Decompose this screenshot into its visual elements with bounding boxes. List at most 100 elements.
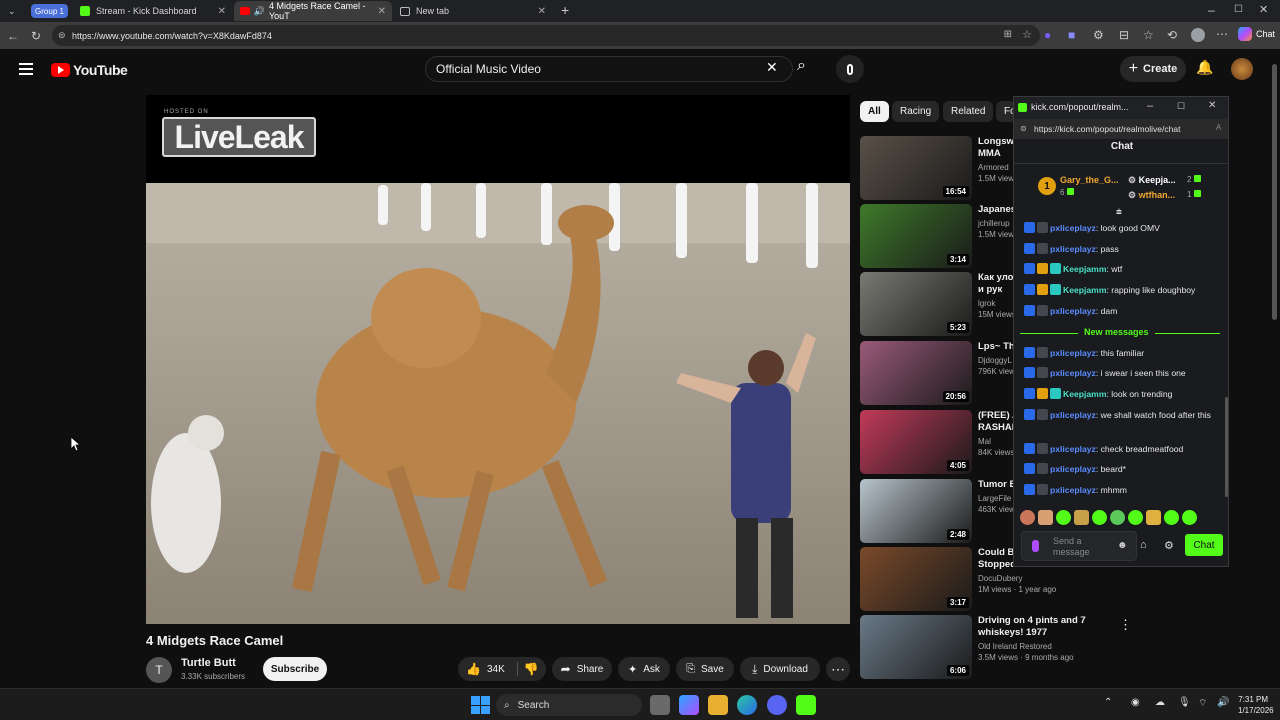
thumbs-up-icon[interactable]: 👍 [466,662,481,676]
more-options-icon[interactable]: ⋮ [1119,617,1132,633]
account-avatar[interactable] [1231,58,1253,80]
more-actions-icon[interactable]: ⋯ [826,657,850,681]
search-icon[interactable]: ⌕ [797,58,806,74]
chat-username[interactable]: Keepjamm [1063,389,1106,399]
split-screen-icon[interactable]: ⊟ [1119,29,1129,41]
reload-icon[interactable]: ↻ [31,30,41,42]
download-button[interactable]: ⤓ Download [740,657,820,681]
read-aloud-icon[interactable]: A [1216,123,1221,132]
video-thumbnail[interactable]: 3:17 [860,547,972,611]
emote-icon[interactable] [1092,510,1107,525]
file-explorer-icon[interactable] [708,695,728,715]
save-button[interactable]: ⎘ Save [676,657,734,681]
leader-name[interactable]: ⚙ wtfhan... [1128,190,1175,201]
chip-racing[interactable]: Racing [892,101,940,122]
video-thumbnail[interactable]: 20:56 [860,341,972,405]
recommendation-channel[interactable]: Armored [978,162,1009,173]
more-menu-icon[interactable]: ⋯ [1216,28,1228,40]
chat-input[interactable]: Send a message ☻ [1021,531,1137,561]
chat-scrollbar[interactable] [1225,397,1228,497]
chat-username[interactable]: pxliceplayz [1050,348,1096,358]
copilot-icon[interactable] [679,695,699,715]
close-icon[interactable]: ✕ [1208,100,1216,111]
audio-playing-icon[interactable]: 🔊 [254,6,265,17]
microphone-icon[interactable]: 🎙 [1178,697,1191,708]
maximize-icon[interactable]: ☐ [1177,101,1185,112]
volume-icon[interactable]: 🔊 [1217,697,1229,708]
chat-username[interactable]: pxliceplayz [1050,485,1096,495]
video-thumbnail[interactable]: 2:48 [860,479,972,543]
chat-username[interactable]: Keepjamm [1063,285,1106,295]
recommendation-channel[interactable]: lgrok [978,298,995,309]
video-thumbnail[interactable]: 3:14 [860,204,972,268]
taskbar-search[interactable]: ⌕ Search [496,694,642,716]
leader-name[interactable]: ⚙ Keepja... [1128,175,1176,186]
tab-kick-dashboard[interactable]: Stream - Kick Dashboard ✕ [74,1,232,21]
discord-icon[interactable] [767,695,787,715]
recommendation-channel[interactable]: jchillerup [978,218,1010,229]
emote-icon[interactable] [1038,510,1053,525]
tab-close-icon[interactable]: ✕ [218,6,226,17]
send-chat-button[interactable]: Chat [1185,534,1223,556]
notifications-bell-icon[interactable]: 🔔 [1196,60,1213,74]
kick-app-icon[interactable] [796,695,816,715]
recommendation-channel[interactable]: Old Ireland Restored [978,641,1052,652]
voice-search-button[interactable] [836,55,864,83]
task-view-icon[interactable] [650,695,670,715]
like-count[interactable]: 34K [487,664,505,675]
wifi-icon[interactable]: ⌔ [1198,697,1207,710]
recommendation-channel[interactable]: DocuDubery [978,573,1022,584]
emote-icon[interactable] [1074,510,1089,525]
clear-search-icon[interactable]: ✕ [766,60,778,74]
tray-app-icon[interactable]: ◉ [1131,697,1140,708]
history-icon[interactable]: ⟲ [1167,29,1177,41]
channel-avatar[interactable]: T [146,657,172,683]
chip-related[interactable]: Related [943,101,994,122]
address-bar[interactable]: ⊜ https://www.youtube.com/watch?v=X8Kdaw… [52,25,1040,46]
tab-new-tab[interactable]: New tab ✕ [394,1,552,21]
tab-close-icon[interactable]: ✕ [378,6,386,17]
minimize-icon[interactable]: – [1147,100,1153,112]
edge-browser-icon[interactable] [737,695,757,715]
create-button[interactable]: + Create [1120,56,1186,82]
tab-group-label[interactable]: Group 1 [31,4,68,18]
emote-icon[interactable] [1146,510,1161,525]
extension-icon[interactable]: ■ [1068,29,1075,41]
recommendation-channel[interactable]: DjdoggyL [978,355,1012,366]
extensions-puzzle-icon[interactable]: ⚙ [1093,29,1104,41]
video-thumbnail[interactable]: 5:23 [860,272,972,336]
search-input[interactable]: Official Music Video [425,56,793,82]
new-tab-plus-icon[interactable]: + [561,3,569,17]
emote-icon[interactable] [1056,510,1071,525]
emoji-icon[interactable]: ☻ [1117,540,1128,551]
ask-button[interactable]: ✦ Ask [618,657,670,681]
video-thumbnail[interactable]: 4:05 [860,410,972,474]
tab-list-icon[interactable]: ⌄ [8,5,16,17]
chat-username[interactable]: pxliceplayz [1050,244,1096,254]
site-info-icon[interactable]: ⊜ [58,30,66,41]
back-icon[interactable]: ← [7,30,19,42]
emote-icon[interactable] [1128,510,1143,525]
emote-icon[interactable] [1182,510,1197,525]
emote-icon[interactable] [1164,510,1179,525]
chat-username[interactable]: pxliceplayz [1050,464,1096,474]
page-scrollbar[interactable] [1272,64,1277,320]
thumbs-down-icon[interactable]: 👍 [524,662,539,676]
favorite-star-icon[interactable]: ☆ [1022,28,1032,41]
recommendation-item[interactable]: 6:06 Driving on 4 pints and 7 whiskeys! 1… [860,615,1280,679]
settings-gear-icon[interactable]: ⚙ [1164,539,1174,552]
tab-close-icon[interactable]: ✕ [538,6,546,17]
profile-avatar[interactable] [1191,28,1205,42]
video-thumbnail[interactable]: 6:06 [860,615,972,679]
chat-username[interactable]: pxliceplayz [1050,223,1096,233]
copilot-button[interactable]: Chat [1238,27,1275,41]
chat-username[interactable]: Keepjamm [1063,264,1106,274]
microphone-icon[interactable] [1032,540,1039,552]
tab-youtube[interactable]: 🔊 4 Midgets Race Camel - YouT ✕ [234,1,392,21]
emote-icon[interactable] [1020,510,1035,525]
chat-username[interactable]: pxliceplayz [1050,410,1096,420]
pin-expand-icon[interactable]: ⩧ [1116,207,1122,218]
recommendation-title[interactable]: Driving on 4 pints and 7 whiskeys! 1977 [978,615,1128,639]
recommendation-channel[interactable]: Mal [978,436,991,447]
clock[interactable]: 7:31 PM 1/17/2026 [1238,694,1274,716]
